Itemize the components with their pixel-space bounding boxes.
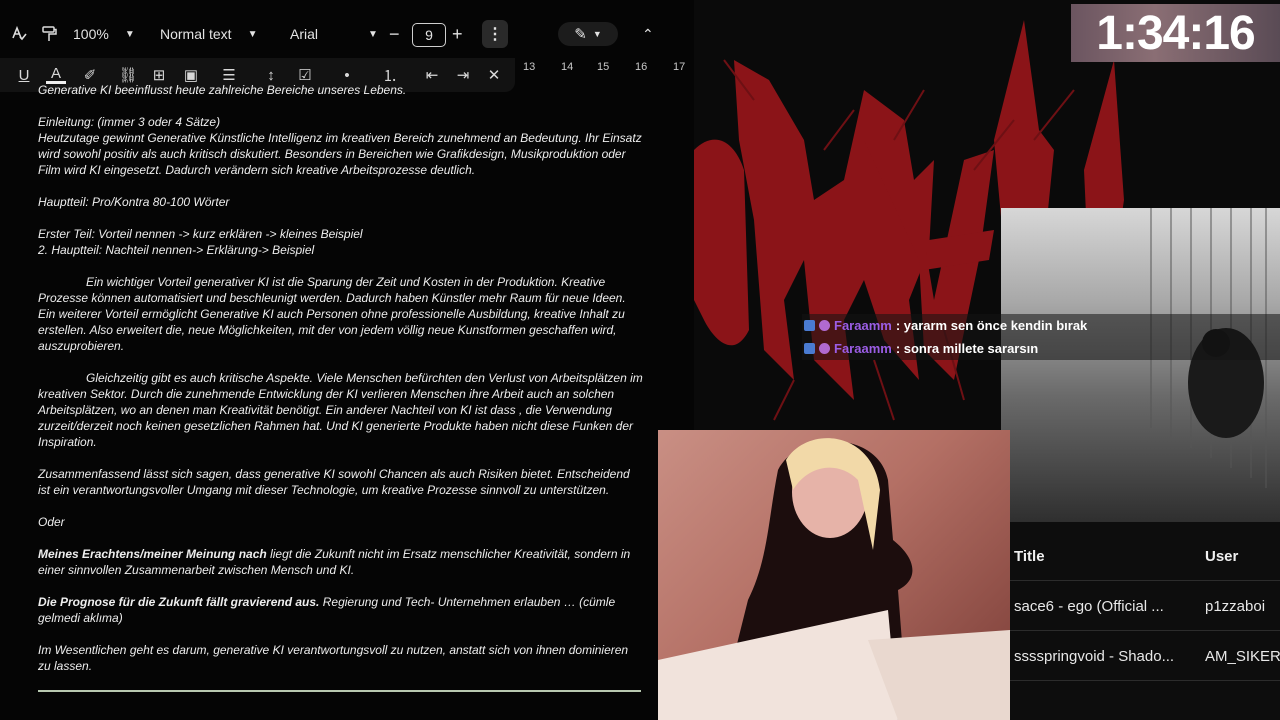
doc-line: Heutzutage gewinnt Generative Künstliche… — [38, 131, 642, 177]
font-size-value: 9 — [425, 27, 433, 43]
doc-line: Hauptteil: Pro/Kontra 80-100 Wörter — [38, 195, 230, 209]
font-value: Arial — [290, 26, 319, 42]
style-value: Normal text — [160, 26, 232, 42]
doc-line — [38, 530, 643, 546]
doc-bold: Die Prognose für die Zukunft fällt gravi… — [38, 595, 320, 609]
chat-overlay: Faraamm : yararm sen önce kendin bırak F… — [802, 314, 1280, 360]
doc-line: Im Wesentlichen geht es darum, generativ… — [38, 643, 629, 673]
badge-icon — [804, 320, 815, 331]
doc-line: Zusammenfassend lässt sich sagen, dass g… — [38, 467, 630, 497]
chevron-down-icon: ▼ — [247, 28, 258, 40]
minus-icon: − — [389, 23, 400, 44]
chevron-down-icon: ▼ — [124, 28, 135, 40]
doc-line — [38, 354, 643, 370]
chat-username: Faraamm — [834, 341, 892, 356]
divider — [1010, 680, 1280, 681]
doc-line — [38, 626, 643, 642]
song-title: sssspringvoid - Shado... — [1014, 648, 1175, 665]
underline-icon[interactable]: U — [14, 65, 34, 85]
doc-line: Einleitung: (immer 3 oder 4 Sätze) — [38, 115, 221, 129]
chevron-up-icon: ⌃ — [642, 25, 654, 42]
column-header: User — [1205, 548, 1239, 565]
song-title: sace6 - ego (Official ... — [1014, 598, 1164, 615]
collapse-toolbar-button[interactable]: ⌃ — [642, 26, 654, 43]
doc-line — [38, 210, 643, 226]
doc-line: Ein wichtiger Vorteil generativer KI ist… — [38, 275, 626, 353]
webcam-feed — [658, 430, 1010, 720]
doc-line: Meines Erachtens/meiner Meinung nach lie… — [38, 546, 643, 578]
chat-username: Faraamm — [834, 318, 892, 333]
song-user: p1zzaboi — [1205, 598, 1266, 615]
badge-icon — [804, 343, 815, 354]
doc-line: Generative KI beeinflusst heute zahlreic… — [38, 83, 407, 97]
zoom-select[interactable]: 100% ▼ — [73, 26, 135, 42]
document-editor: 100% ▼ Normal text ▼ Arial ▼ − 9 + ⋮ ✎ ▼… — [0, 0, 694, 720]
timer-value: 1:34:16 — [1096, 6, 1255, 60]
document-body[interactable]: Generative KI beeinflusst heute zahlreic… — [38, 83, 643, 674]
music-video-frame — [1001, 208, 1280, 522]
hallway-image — [1150, 208, 1267, 488]
doc-line: 2. Hauptteil: Nachteil nennen-> Erklärun… — [38, 243, 315, 257]
chat-text: : yararm sen önce kendin bırak — [895, 318, 1088, 333]
ruler-mark: 13 — [523, 61, 536, 73]
doc-line: Gleichzeitig gibt es auch kritische Aspe… — [38, 371, 643, 449]
doc-line: Oder — [38, 515, 65, 529]
webcam-image — [658, 438, 1010, 720]
doc-line — [38, 178, 643, 194]
doc-line — [38, 98, 643, 114]
doc-line — [38, 498, 643, 514]
ruler-mark: 16 — [635, 61, 648, 73]
column-header: Title — [1014, 548, 1045, 565]
font-size-decrease-button[interactable]: − — [389, 24, 400, 45]
plus-icon: + — [452, 23, 463, 44]
font-size-input[interactable]: 9 — [412, 23, 446, 47]
ruler-mark: 14 — [561, 61, 574, 73]
font-size-increase-button[interactable]: + — [452, 24, 463, 45]
ruler-mark: 15 — [597, 61, 610, 73]
doc-line: Erster Teil: Vorteil nennen -> kurz erkl… — [38, 227, 363, 241]
ruler: 13 14 15 16 17 — [515, 58, 694, 80]
song-queue-table: Title User sace6 - ego (Official ... p1z… — [1010, 522, 1280, 720]
style-select[interactable]: Normal text ▼ — [160, 26, 257, 42]
zoom-value: 100% — [73, 26, 109, 42]
spellcheck-icon[interactable] — [10, 25, 28, 43]
ruler-mark: 17 — [673, 61, 686, 73]
more-vert-icon: ⋮ — [487, 26, 503, 43]
divider — [1010, 580, 1280, 581]
main-toolbar: 100% ▼ Normal text ▼ Arial ▼ − 9 + ⋮ ✎ ▼… — [0, 14, 694, 54]
doc-line: Die Prognose für die Zukunft fällt gravi… — [38, 594, 643, 626]
doc-line — [38, 258, 643, 274]
badge-icon — [819, 320, 830, 331]
doc-line — [38, 578, 643, 594]
divider — [1010, 630, 1280, 631]
paint-format-icon[interactable] — [40, 25, 58, 43]
stream-timer: 1:34:16 — [1071, 4, 1280, 62]
chat-text: : sonra millete sararsın — [895, 341, 1039, 356]
horizontal-rule — [38, 690, 641, 692]
more-options-button[interactable]: ⋮ — [482, 20, 508, 48]
chevron-down-icon: ▼ — [368, 28, 378, 40]
doc-bold: Meines Erachtens/meiner Meinung nach — [38, 547, 267, 561]
chevron-down-icon: ▼ — [592, 29, 602, 39]
badge-icon — [819, 343, 830, 354]
chat-message: Faraamm : yararm sen önce kendin bırak — [802, 314, 1280, 337]
font-select[interactable]: Arial ▼ — [290, 26, 378, 42]
chat-message: Faraamm : sonra millete sararsın — [802, 337, 1280, 360]
song-user: AM_SIKER_ — [1205, 648, 1280, 665]
doc-line — [38, 450, 643, 466]
pencil-icon: ✎ — [574, 26, 587, 43]
editing-mode-button[interactable]: ✎ ▼ — [558, 22, 618, 46]
